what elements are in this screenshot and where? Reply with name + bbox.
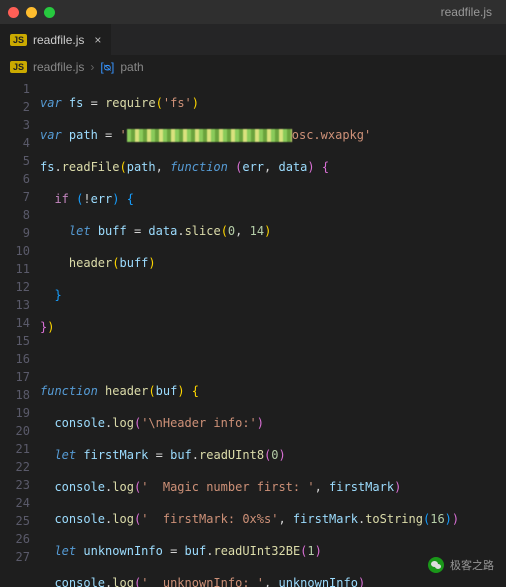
code-editor[interactable]: 1234567891011121314151617181920212223242… [0, 78, 506, 587]
breadcrumb[interactable]: JS readfile.js › [ᴓ] path [0, 56, 506, 78]
line-number: 21 [4, 440, 30, 458]
line-number: 8 [4, 206, 30, 224]
line-number: 9 [4, 224, 30, 242]
line-number: 2 [4, 98, 30, 116]
line-number: 13 [4, 296, 30, 314]
code-content[interactable]: var fs = require('fs') var path = 'osc.w… [40, 78, 506, 587]
watermark-text: 极客之路 [450, 557, 494, 573]
breadcrumb-file[interactable]: readfile.js [33, 60, 84, 74]
line-number: 1 [4, 80, 30, 98]
line-number: 19 [4, 404, 30, 422]
redacted-path [127, 129, 292, 142]
line-number: 14 [4, 314, 30, 332]
line-number: 12 [4, 278, 30, 296]
line-number: 15 [4, 332, 30, 350]
js-file-icon: JS [10, 61, 27, 73]
minimize-window-button[interactable] [26, 7, 37, 18]
line-number: 20 [4, 422, 30, 440]
line-number: 17 [4, 368, 30, 386]
tab-label: readfile.js [33, 33, 84, 47]
window-title: readfile.js [441, 5, 492, 19]
line-number: 3 [4, 116, 30, 134]
breadcrumb-symbol[interactable]: path [120, 60, 143, 74]
line-gutter: 1234567891011121314151617181920212223242… [0, 78, 40, 587]
line-number: 23 [4, 476, 30, 494]
window-titlebar: readfile.js [0, 0, 506, 24]
chevron-right-icon: › [90, 60, 94, 74]
js-file-icon: JS [10, 34, 27, 46]
line-number: 7 [4, 188, 30, 206]
line-number: 24 [4, 494, 30, 512]
line-number: 6 [4, 170, 30, 188]
line-number: 5 [4, 152, 30, 170]
watermark: 极客之路 [428, 557, 494, 573]
variable-icon: [ᴓ] [100, 60, 114, 74]
tab-readfile[interactable]: JS readfile.js × [0, 24, 111, 55]
line-number: 27 [4, 548, 30, 566]
line-number: 16 [4, 350, 30, 368]
wechat-icon [428, 557, 444, 573]
line-number: 10 [4, 242, 30, 260]
line-number: 22 [4, 458, 30, 476]
close-window-button[interactable] [8, 7, 19, 18]
traffic-lights [8, 7, 55, 18]
line-number: 11 [4, 260, 30, 278]
close-tab-icon[interactable]: × [94, 33, 101, 47]
line-number: 25 [4, 512, 30, 530]
tab-bar: JS readfile.js × [0, 24, 506, 56]
line-number: 18 [4, 386, 30, 404]
line-number: 26 [4, 530, 30, 548]
line-number: 4 [4, 134, 30, 152]
maximize-window-button[interactable] [44, 7, 55, 18]
